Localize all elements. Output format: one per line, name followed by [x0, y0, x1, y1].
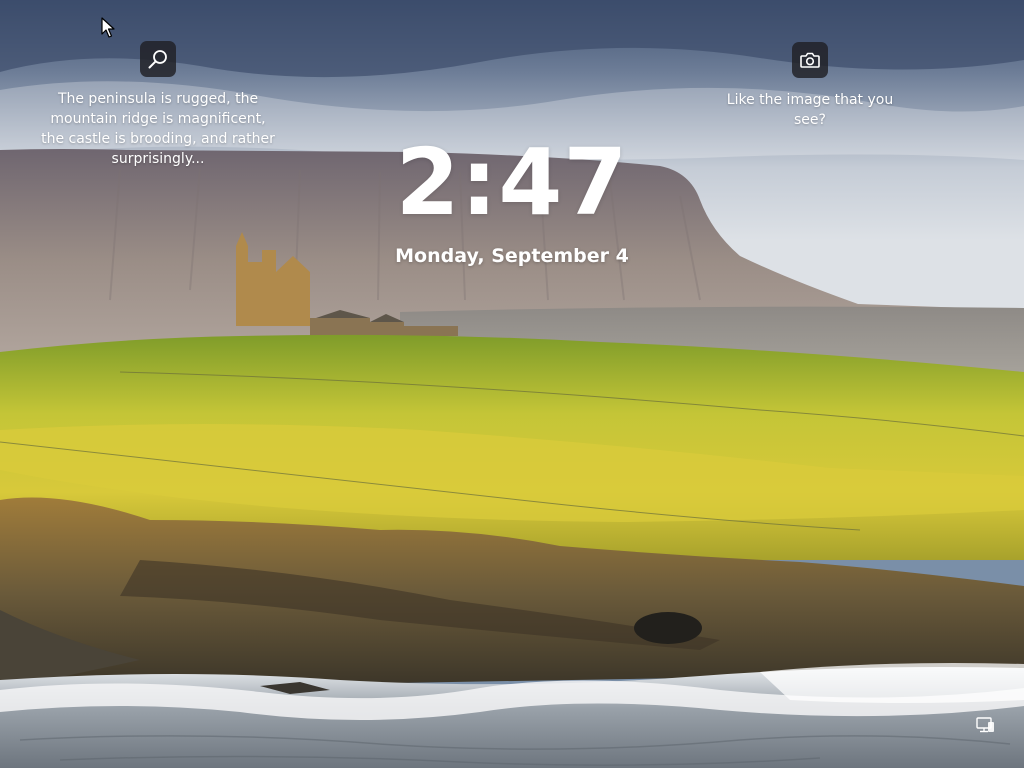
spotlight-description[interactable]: The peninsula is rugged, the mountain ri…: [38, 89, 278, 169]
spotlight-info-widget[interactable]: The peninsula is rugged, the mountain ri…: [38, 41, 278, 169]
lock-screen-date: Monday, September 4: [395, 245, 629, 267]
mouse-cursor-icon: [101, 17, 115, 38]
search-icon: [148, 50, 167, 69]
spotlight-like-widget[interactable]: Like the image that you see?: [710, 42, 910, 130]
lock-screen-time: 2:47: [395, 129, 629, 236]
spotlight-like-prompt[interactable]: Like the image that you see?: [710, 90, 910, 130]
spotlight-info-button[interactable]: [140, 41, 176, 77]
lock-screen[interactable]: The peninsula is rugged, the mountain ri…: [0, 0, 1024, 768]
network-icon[interactable]: [975, 716, 995, 734]
spotlight-like-button[interactable]: [792, 42, 828, 78]
camera-icon: [800, 52, 820, 68]
